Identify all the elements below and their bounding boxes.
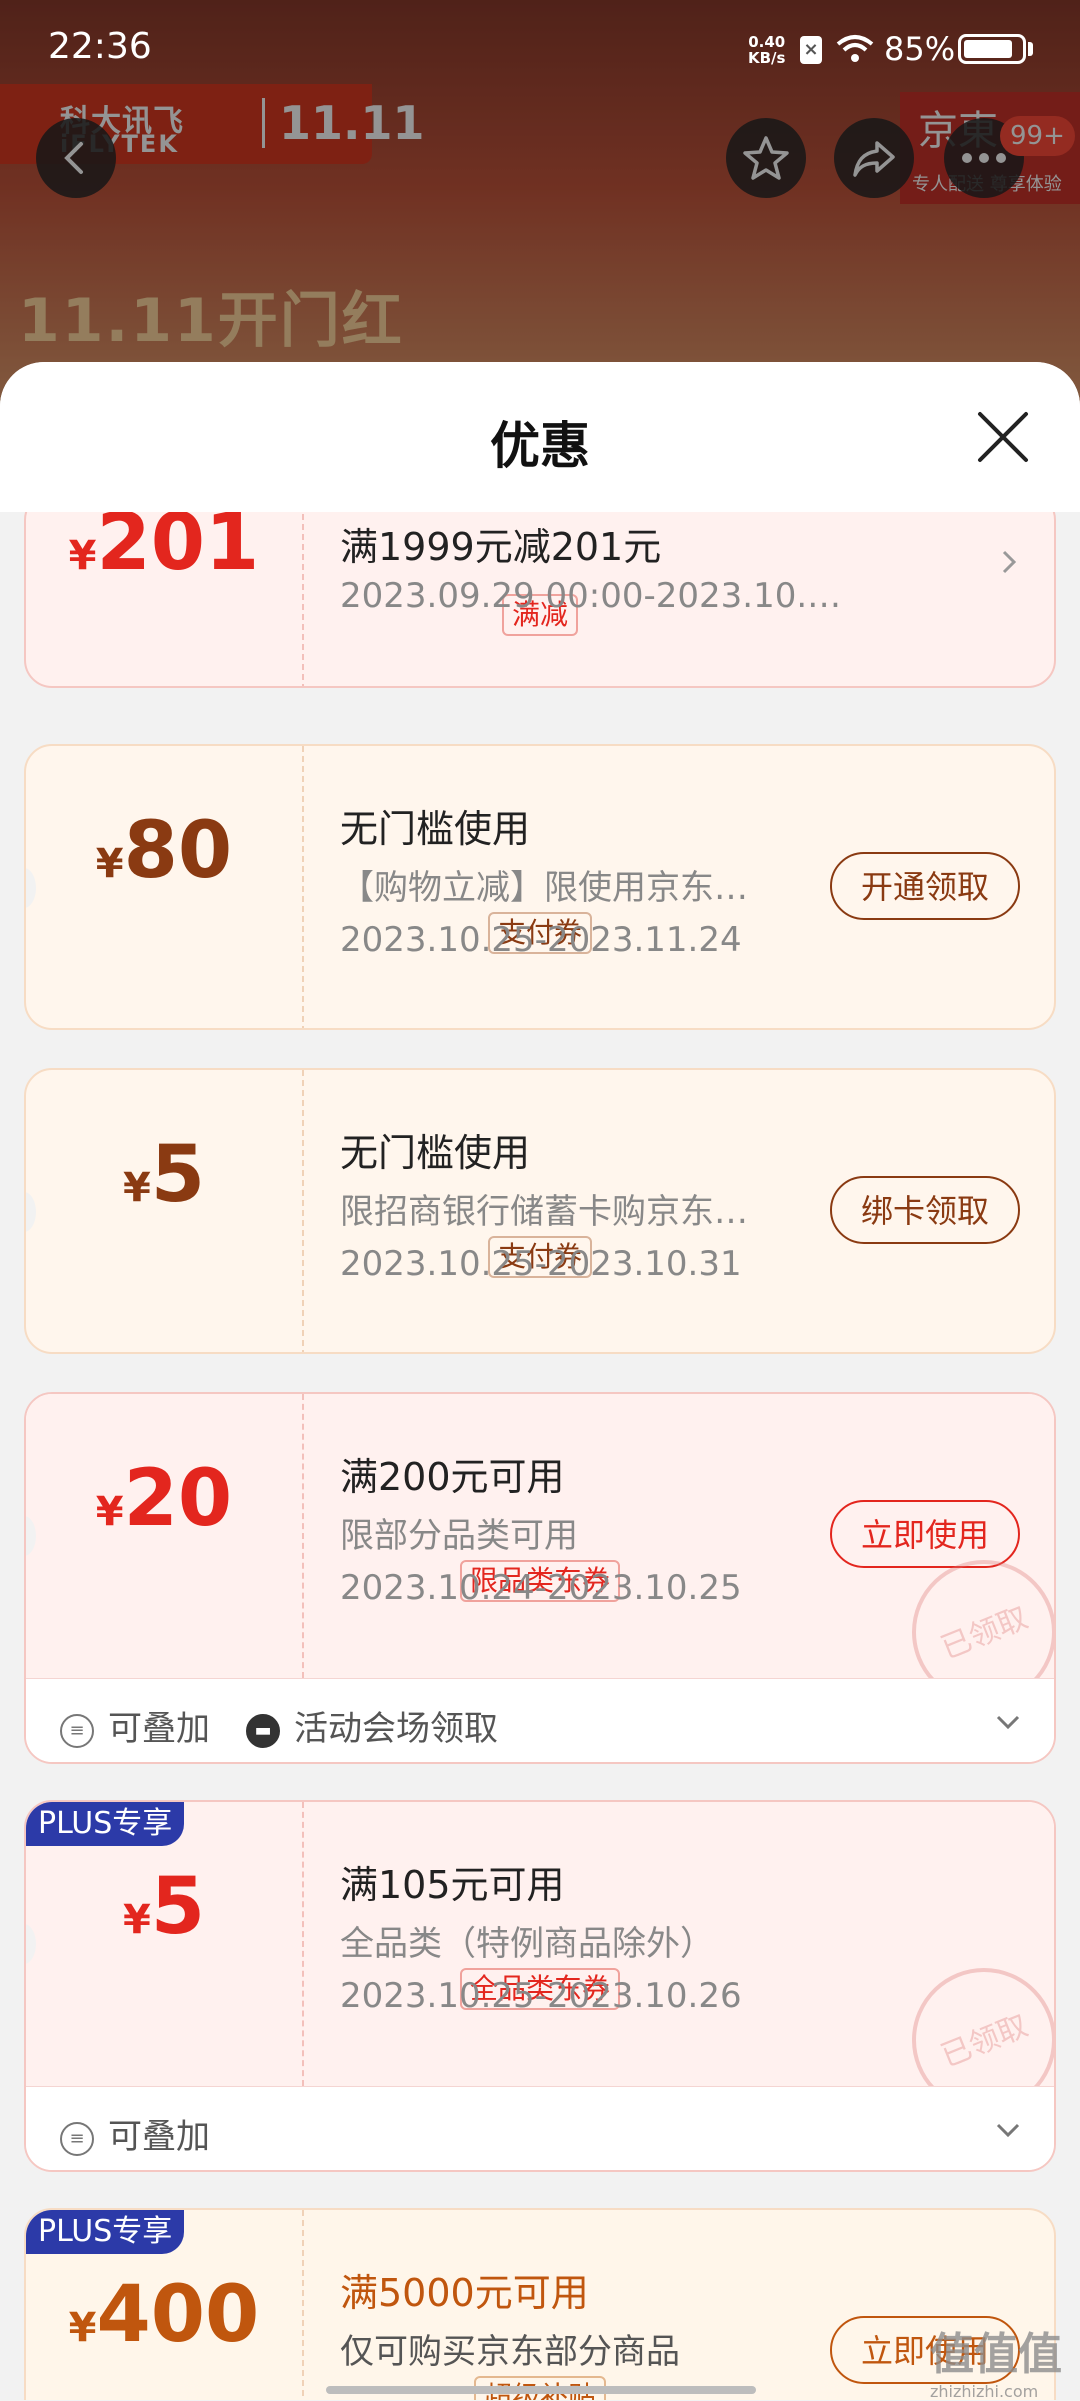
ticket-icon: ▬ — [246, 1713, 280, 1748]
stackable-label: ≡ 可叠加 — [60, 1701, 210, 1750]
coupon-list[interactable]: ¥201 满减 满1999元减201元 2023.09.29 00:00-202… — [0, 512, 1080, 2400]
coupon-title: 满1999元减201元 — [340, 525, 662, 569]
wifi-icon — [836, 35, 874, 62]
coupon-footer: ≡ 可叠加 — [26, 2086, 1054, 2170]
use-now-button[interactable]: 立即使用 — [830, 1500, 1020, 1568]
coupon-divider — [302, 1802, 304, 2086]
coupon-date: 2023.10.25-2023.10.31 — [340, 1244, 742, 1284]
sheet-header: 优惠 — [0, 362, 1080, 512]
battery-icon — [958, 34, 1026, 64]
battery-percent: 85% — [884, 30, 956, 68]
coupon-date: 2023.10.25-2023.10.26 — [340, 1976, 742, 2016]
status-time: 22:36 — [48, 26, 152, 67]
coupon-date: 2023.10.25-2023.11.24 — [340, 920, 742, 960]
coupon-title: 无门槛使用 — [340, 807, 531, 851]
coupon-divider — [302, 1070, 304, 1352]
watermark: 值值值 zhizhizhi.com — [930, 2318, 1062, 2401]
activate-claim-button[interactable]: 开通领取 — [830, 852, 1020, 920]
stackable-label: ≡ 可叠加 — [60, 2109, 210, 2158]
coupon-amount: ¥80 — [95, 806, 233, 896]
coupon-card[interactable]: ¥5 支付券 无门槛使用 限招商银行储蓄卡购京东… 2023.10.25-202… — [24, 1068, 1056, 1354]
coupon-card[interactable]: ¥80 支付券 无门槛使用 【购物立减】限使用京东… 2023.10.25-20… — [24, 744, 1056, 1030]
chevron-down-icon[interactable] — [994, 2121, 1022, 2141]
battery-tip — [1028, 42, 1033, 56]
coupon-description: 【购物立减】限使用京东… — [340, 868, 748, 908]
stack-icon: ≡ — [60, 2121, 94, 2156]
bind-card-claim-button[interactable]: 绑卡领取 — [830, 1176, 1020, 1244]
coupon-amount: ¥201 — [68, 512, 260, 588]
coupon-title: 满200元可用 — [340, 1455, 565, 1499]
coupon-description: 仅可购买京东部分商品 — [340, 2332, 680, 2372]
coupon-amount: ¥5 — [122, 1130, 206, 1220]
coupon-divider — [302, 1394, 304, 1678]
sheet-title: 优惠 — [490, 417, 590, 475]
coupon-description: 限招商银行储蓄卡购京东… — [340, 1192, 748, 1232]
watermark-sub: zhizhizhi.com — [930, 2382, 1039, 2401]
coupon-date: 2023.09.29 00:00-2023.10.… — [340, 576, 842, 616]
coupon-card[interactable]: ¥20 限品类东券 满200元可用 限部分品类可用 2023.10.24-202… — [24, 1392, 1056, 1764]
plus-exclusive-badge: PLUS专享 — [26, 1802, 185, 1846]
coupon-amount: ¥20 — [95, 1454, 233, 1544]
network-speed: 0.40 KB/s — [748, 34, 785, 66]
coupon-date: 2023.10.24-2023.10.25 — [340, 1568, 742, 1608]
coupon-amount: ¥5 — [122, 1862, 206, 1952]
plus-exclusive-badge: PLUS专享 — [26, 2210, 185, 2254]
coupon-divider — [302, 2210, 304, 2400]
chevron-right-icon[interactable] — [1000, 548, 1020, 576]
stack-icon: ≡ — [60, 1713, 94, 1748]
source-label: ▬ 活动会场领取 — [246, 1701, 498, 1750]
coupon-description: 限部分品类可用 — [340, 1516, 578, 1556]
coupon-card[interactable]: PLUS专享 ¥5 全品类东券 满105元可用 全品类（特例商品除外） 2023… — [24, 1800, 1056, 2172]
coupon-title: 无门槛使用 — [340, 1131, 531, 1175]
coupon-card[interactable]: PLUS专享 ¥400 超级补贴 满5000元可用 仅可购买京东部分商品 立即使… — [24, 2208, 1056, 2400]
coupon-divider — [302, 746, 304, 1028]
home-indicator[interactable] — [326, 2386, 756, 2394]
nfc-icon: × — [800, 36, 822, 64]
status-bar: 22:36 0.40 KB/s × 85% — [0, 0, 1080, 84]
watermark-main: 值值值 — [930, 2329, 1062, 2380]
network-speed-unit: KB/s — [748, 49, 786, 67]
coupon-title: 满105元可用 — [340, 1863, 565, 1907]
coupon-card[interactable]: ¥201 满减 满1999元减201元 2023.09.29 00:00-202… — [24, 512, 1056, 688]
close-icon[interactable] — [972, 406, 1034, 468]
coupon-description: 全品类（特例商品除外） — [340, 1924, 714, 1964]
coupon-footer: ≡ 可叠加 ▬ 活动会场领取 — [26, 1678, 1054, 1762]
coupon-sheet: 优惠 ¥201 满减 满1999元减201元 2023.09.29 00:00-… — [0, 362, 1080, 2400]
coupon-title: 满5000元可用 — [340, 2271, 589, 2315]
chevron-down-icon[interactable] — [994, 1713, 1022, 1733]
coupon-divider — [302, 512, 304, 686]
coupon-amount: ¥400 — [68, 2270, 260, 2360]
